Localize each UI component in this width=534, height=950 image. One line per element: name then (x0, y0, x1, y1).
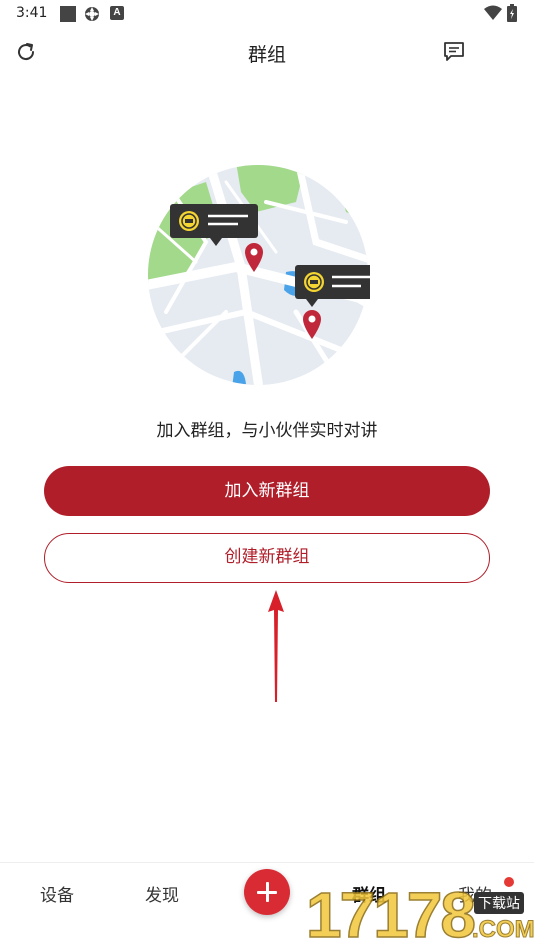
arrow-annotation-icon (268, 590, 284, 702)
a-icon: A (110, 6, 124, 20)
tab-devices[interactable]: 设备 (40, 881, 74, 906)
watermark-digits: 17178 (305, 879, 476, 950)
header: 群组 (0, 30, 534, 74)
watermark-domain: .COM (472, 916, 534, 944)
tab-discover[interactable]: 发现 (145, 881, 179, 906)
slogan-text: 加入群组，与小伙伴实时对讲 (156, 421, 378, 441)
watermark-logo: 17178 下载站 .COM (305, 879, 534, 950)
wifi-icon (484, 5, 502, 20)
chat-icon[interactable] (442, 40, 466, 64)
create-group-button[interactable]: 创建新群组 (44, 533, 490, 583)
map-illustration (148, 165, 370, 385)
square-icon (60, 6, 76, 22)
add-button[interactable] (244, 869, 290, 915)
join-group-button[interactable]: 加入新群组 (44, 466, 490, 516)
status-bar: 3:41 A (0, 0, 534, 28)
gear-icon (85, 7, 99, 21)
watermark-tag: 下载站 (474, 892, 524, 914)
battery-icon (507, 4, 517, 22)
status-time: 3:41 (16, 5, 48, 21)
